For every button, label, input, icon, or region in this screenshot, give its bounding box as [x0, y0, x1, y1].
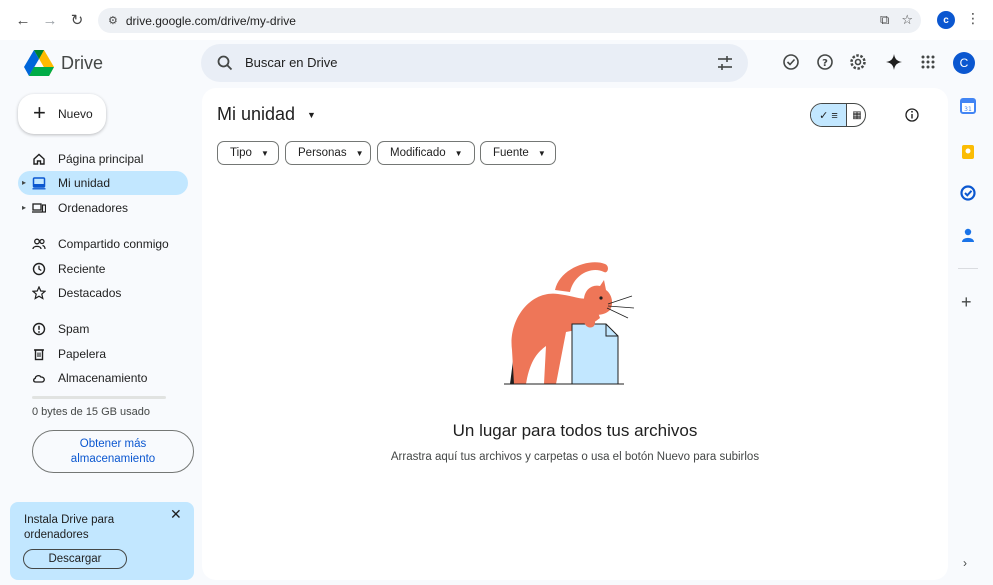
sidebar-item-spam[interactable]: Spam [18, 317, 188, 341]
chevron-right-icon[interactable]: › [963, 556, 967, 570]
sidebar-item-label: Compartido conmigo [58, 237, 169, 251]
get-more-storage-line1: Obtener más [79, 438, 147, 450]
sidebar-item-starred[interactable]: Destacados [18, 281, 188, 305]
clock-icon [32, 262, 46, 276]
star-icon [32, 286, 46, 300]
shared-icon [32, 238, 46, 250]
sidebar-item-trash[interactable]: Papelera [18, 342, 188, 366]
bookmark-star-icon[interactable]: ☆ [901, 12, 913, 28]
get-more-storage-line2: almacenamiento [70, 453, 156, 465]
empty-state-subtitle: Arrastra aquí tus archivos y carpetas o … [390, 451, 760, 463]
filter-chip-source[interactable]: Fuente ▼ [480, 141, 556, 165]
empty-state-title: Un lugar para todos tus archivos [452, 421, 698, 440]
sidebar-item-label: Spam [58, 322, 90, 336]
trash-icon [34, 349, 44, 361]
browser-profile-avatar[interactable]: c [937, 11, 955, 29]
search-bar[interactable]: Buscar en Drive [201, 44, 748, 82]
url-text: drive.google.com/drive/my-drive [125, 13, 296, 28]
expand-caret-icon[interactable]: ▸ [22, 203, 26, 212]
chevron-down-icon: ▼ [454, 148, 463, 158]
home-icon [33, 153, 45, 165]
cloud-icon [33, 375, 45, 383]
install-app-icon[interactable]: ⧉ [880, 12, 889, 28]
chevron-down-icon: ▼ [260, 148, 269, 158]
new-button-label: Nuevo [58, 107, 93, 121]
search-options-icon[interactable] [716, 54, 734, 72]
sidebar-item-home[interactable]: Página principal [18, 147, 188, 171]
main-content: Mi unidad ▼ ✓ ≡ ▦ Tipo ▼ Personas ▼ Modifi… [202, 88, 948, 580]
apps-grid-icon[interactable] [918, 52, 938, 72]
promo-text-line2: ordenadores [24, 529, 89, 541]
site-settings-icon[interactable]: ⚙ [108, 14, 118, 27]
sidebar-item-label: Almacenamiento [58, 371, 148, 385]
sidebar-item-recent[interactable]: Reciente [18, 257, 188, 281]
download-button[interactable]: Descargar [23, 549, 127, 569]
sidebar-item-storage[interactable]: Almacenamiento [18, 366, 188, 390]
storage-usage-bar [32, 396, 166, 399]
app-name[interactable]: Drive [61, 53, 103, 74]
view-toggle[interactable]: ✓ ≡ ▦ [810, 103, 866, 127]
account-avatar[interactable]: C [953, 52, 975, 74]
chevron-down-icon: ▼ [355, 148, 364, 158]
sidebar-item-label: Página principal [58, 152, 144, 166]
sidebar-item-computers[interactable]: ▸ Ordenadores [18, 196, 188, 220]
browser-menu-icon[interactable]: ⋮ [966, 10, 980, 27]
install-drive-promo: Instala Drive para ordenadores ✕ Descarg… [10, 502, 194, 580]
storage-usage-text: 0 bytes de 15 GB usado [32, 406, 151, 418]
sidebar-item-label: Papelera [58, 347, 107, 361]
back-icon[interactable]: ← [12, 9, 34, 31]
settings-icon[interactable] [848, 52, 868, 72]
sidebar-item-label: Ordenadores [58, 201, 129, 215]
sidebar-item-label: Mi unidad [58, 176, 111, 190]
sidebar-item-my-drive[interactable]: ▸ Mi unidad [18, 171, 188, 195]
reload-icon[interactable]: ↻ [66, 9, 88, 31]
empty-state-cat-illustration [504, 262, 635, 385]
grid-view-button[interactable]: ▦ [847, 104, 865, 126]
address-bar[interactable]: ⚙ drive.google.com/drive/my-drive ⧉ ☆ [98, 8, 921, 33]
chip-label: Modificado [390, 147, 446, 159]
filter-chip-type[interactable]: Tipo ▼ [217, 141, 279, 165]
contacts-icon[interactable] [959, 226, 977, 244]
close-icon[interactable]: ✕ [170, 506, 182, 523]
calendar-icon[interactable]: 31 [959, 97, 977, 115]
filter-chip-modified[interactable]: Modificado ▼ [377, 141, 475, 165]
svg-text:?: ? [822, 58, 828, 69]
tasks-icon[interactable] [959, 184, 977, 202]
keep-icon[interactable] [959, 143, 977, 161]
page-title[interactable]: Mi unidad [217, 104, 295, 125]
offline-ready-icon[interactable] [781, 52, 801, 72]
my-drive-icon [32, 177, 46, 190]
sidebar-item-label: Reciente [58, 262, 106, 276]
info-icon[interactable] [904, 107, 920, 123]
sidebar-item-label: Destacados [58, 286, 122, 300]
plus-icon: + [33, 100, 46, 125]
promo-text-line1: Instala Drive para [24, 514, 115, 526]
drive-logo-icon[interactable] [24, 50, 54, 76]
help-icon[interactable]: ? [815, 52, 835, 72]
chip-label: Personas [298, 147, 347, 159]
grid-view-icon: ▦ [852, 109, 862, 121]
sidebar-item-shared[interactable]: Compartido conmigo [18, 232, 188, 256]
spam-icon [32, 322, 46, 336]
search-input[interactable]: Buscar en Drive [245, 55, 337, 70]
list-view-icon: ✓ ≡ [819, 109, 838, 122]
browser-toolbar: ← → ↻ ⚙ drive.google.com/drive/my-drive … [0, 0, 993, 40]
chip-label: Tipo [230, 147, 252, 159]
list-view-button[interactable]: ✓ ≡ [811, 104, 847, 126]
chevron-down-icon: ▼ [537, 148, 546, 158]
expand-caret-icon[interactable]: ▸ [22, 178, 26, 187]
side-panel-divider [958, 268, 978, 269]
get-more-storage-button[interactable]: Obtener más almacenamiento [32, 430, 194, 473]
title-dropdown-icon[interactable]: ▼ [307, 110, 316, 120]
computers-icon [32, 203, 46, 213]
chip-label: Fuente [493, 147, 529, 159]
svg-text:31: 31 [964, 106, 972, 113]
filter-chip-people[interactable]: Personas ▼ [285, 141, 371, 165]
search-icon[interactable] [216, 54, 234, 72]
gemini-icon[interactable] [884, 52, 904, 72]
forward-icon[interactable]: → [39, 9, 61, 31]
new-button[interactable]: + Nuevo [18, 94, 106, 134]
add-addon-icon[interactable]: + [961, 292, 972, 313]
